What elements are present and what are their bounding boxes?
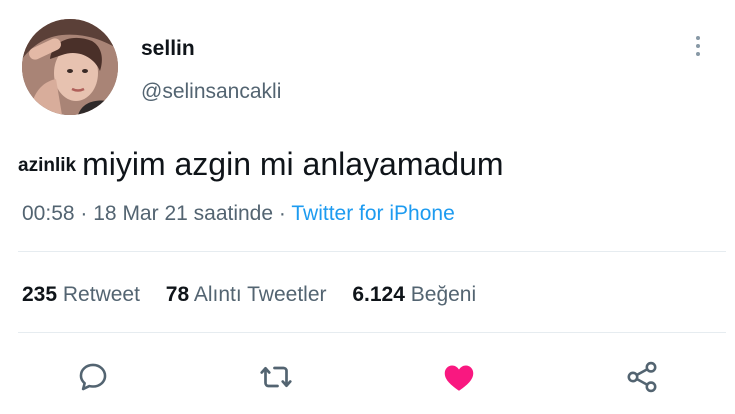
quotes-stat[interactable]: 78 Alıntı Tweetler [166, 283, 327, 306]
tweet-meta: 00:58 · 18 Mar 21 saatinde · Twitter for… [22, 202, 455, 226]
user-handle[interactable]: @selinsancakli [141, 80, 281, 104]
divider [18, 332, 726, 333]
like-icon [444, 365, 474, 391]
retweets-count: 235 [22, 283, 58, 306]
retweets-label: Retweet [62, 283, 140, 306]
meta-separator: · [278, 202, 286, 225]
like-button[interactable] [439, 357, 479, 397]
retweets-stat[interactable]: 235 Retweet [22, 283, 140, 306]
share-button[interactable] [622, 357, 662, 397]
quotes-count: 78 [165, 283, 190, 306]
avatar-image [22, 19, 118, 115]
quotes-label: Alıntı Tweetler [193, 283, 327, 306]
share-icon [627, 361, 657, 393]
retweet-button[interactable] [256, 357, 296, 397]
likes-stat[interactable]: 6.124 Beğeni [352, 283, 476, 306]
tweet-body: miyim azgin mi anlayamadum [82, 146, 504, 182]
sticker-text: azinlik [18, 155, 77, 176]
reply-button[interactable] [73, 357, 113, 397]
likes-count: 6.124 [352, 283, 405, 306]
divider [18, 251, 726, 252]
reply-icon [79, 363, 107, 391]
tweet-time[interactable]: 00:58 [22, 202, 75, 225]
tweet-date[interactable]: 18 Mar 21 saatinde [93, 202, 273, 225]
likes-label: Beğeni [410, 283, 477, 306]
tweet-text: azinlik miyim azgin mi anlayamadum [18, 146, 504, 183]
meta-separator: · [80, 202, 88, 225]
tweet-stats: 235 Retweet 78 Alıntı Tweetler 6.124 Beğ… [22, 283, 496, 307]
display-name[interactable]: sellin [141, 37, 195, 61]
tweet-source[interactable]: Twitter for iPhone [291, 202, 454, 225]
avatar[interactable] [22, 19, 118, 115]
retweet-icon [260, 366, 292, 388]
more-icon[interactable] [688, 36, 708, 60]
